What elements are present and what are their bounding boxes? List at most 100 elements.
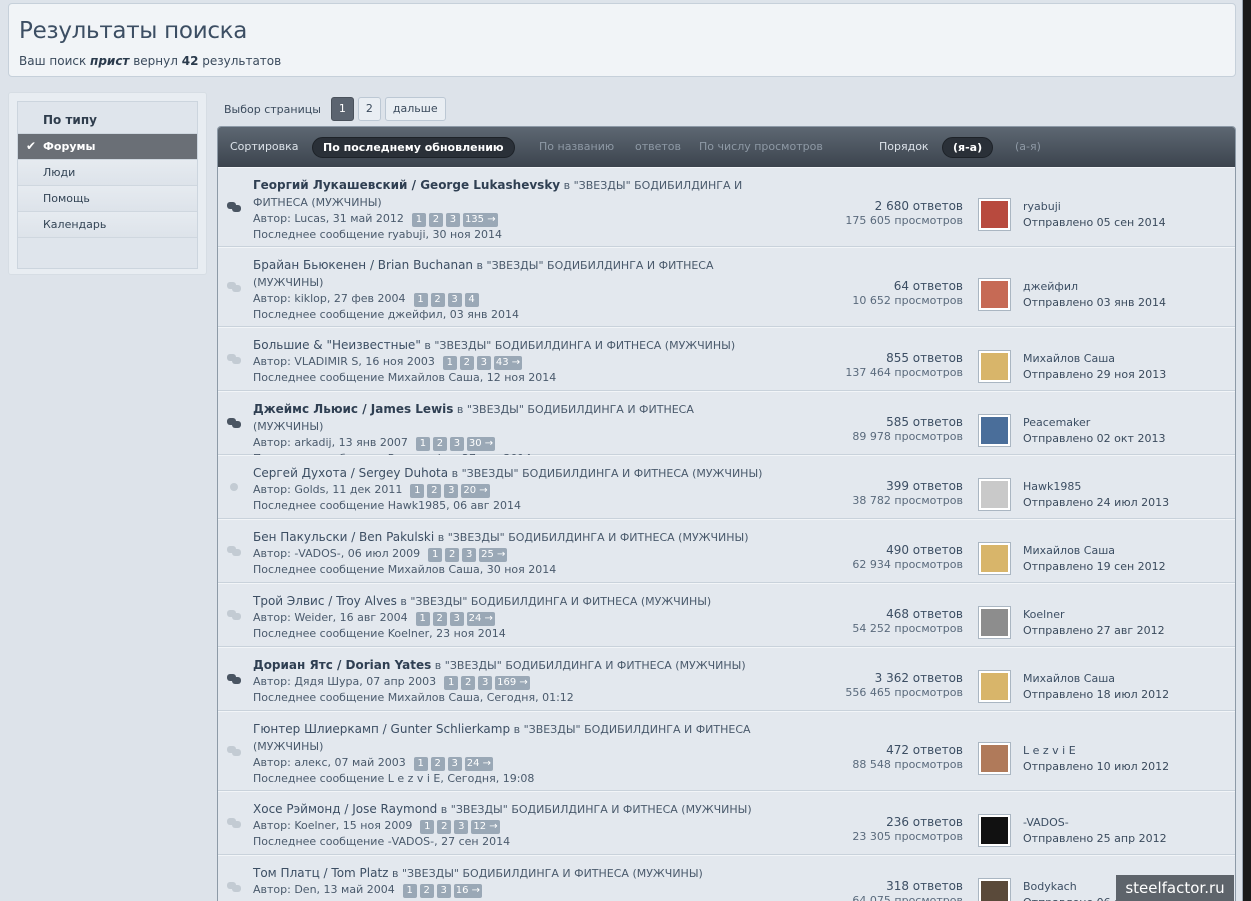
last-poster-name[interactable]: Koelner [1023, 607, 1165, 623]
avatar[interactable] [978, 878, 1011, 901]
page-link[interactable]: 1 [415, 612, 430, 626]
page-link[interactable]: 43 → [493, 356, 523, 370]
next-page-button[interactable]: дальше [384, 97, 446, 121]
topic-title-link[interactable]: Хосе Рэймонд / Jose Raymond [253, 802, 437, 816]
page-link[interactable]: 3 [436, 884, 451, 898]
page-link[interactable]: 1 [420, 820, 435, 834]
page-link[interactable]: 16 → [453, 884, 483, 898]
page-link[interactable]: 1 [428, 548, 443, 562]
page-link[interactable]: 1 [410, 484, 425, 498]
filter-item-calendar[interactable]: Календарь [18, 212, 197, 238]
page-link[interactable]: 2 [459, 356, 474, 370]
last-poster-name[interactable]: Михайлов Саша [1023, 351, 1166, 367]
order-desc[interactable]: (я-а) [942, 137, 994, 158]
avatar[interactable] [978, 606, 1011, 639]
topic-title-link[interactable]: Трой Элвис / Troy Alves [253, 594, 397, 608]
page-link[interactable]: 3 [449, 437, 464, 451]
page-link[interactable]: 1 [411, 213, 426, 227]
page-link[interactable]: 1 [413, 757, 428, 771]
sort-by-name[interactable]: По названию [539, 127, 614, 167]
filter-item-forums[interactable]: ✔ Форумы [18, 134, 197, 160]
forum-link[interactable]: "ЗВЕЗДЫ" БОДИБИЛДИНГА И ФИТНЕСА (МУЖЧИНЫ… [451, 803, 752, 816]
order-asc[interactable]: (а-я) [1015, 127, 1041, 167]
page-link[interactable]: 25 → [479, 548, 508, 562]
last-post-info: Последнее сообщение Михайлов Саша, Сегод… [253, 691, 574, 704]
page-link[interactable]: 3 [462, 548, 477, 562]
page-link[interactable]: 2 [432, 437, 447, 451]
topic-title-link[interactable]: Большие & "Неизвестные" [253, 338, 421, 352]
last-poster-name[interactable]: ryabuji [1023, 199, 1166, 215]
page-link[interactable]: 2 [430, 757, 445, 771]
page-link[interactable]: 30 → [466, 437, 496, 451]
last-poster-name[interactable]: Михайлов Саша [1023, 543, 1166, 559]
topic-title-link[interactable]: Джеймс Льюис / James Lewis [253, 402, 453, 416]
page-link[interactable]: 2 [437, 820, 452, 834]
avatar[interactable] [978, 670, 1011, 703]
avatar[interactable] [978, 814, 1011, 847]
topic-title-link[interactable]: Сергей Духота / Sergey Duhota [253, 466, 448, 480]
page-link[interactable]: 3 [449, 612, 464, 626]
page-link[interactable]: 135 → [462, 213, 498, 227]
page-link[interactable]: 3 [478, 676, 493, 690]
sort-by-last-update[interactable]: По последнему обновлению [312, 137, 515, 158]
last-poster-name[interactable]: -VADOS- [1023, 815, 1167, 831]
topic-title-link[interactable]: Брайан Бьюкенен / Brian Buchanan [253, 258, 473, 272]
page-link[interactable]: 3 [447, 757, 462, 771]
page-link[interactable]: 3 [445, 213, 460, 227]
page-link[interactable]: 1 [413, 293, 428, 307]
page-link[interactable]: 3 [476, 356, 491, 370]
avatar[interactable] [978, 278, 1011, 311]
last-poster-name[interactable]: Hawk1985 [1023, 479, 1169, 495]
topic-title-link[interactable]: Георгий Лукашевский / George Lukashevsky [253, 178, 560, 192]
last-poster-name[interactable]: L e z v i E [1023, 743, 1169, 759]
sort-by-views[interactable]: По числу просмотров [699, 127, 823, 167]
page-link[interactable]: 169 → [495, 676, 530, 690]
page-link[interactable]: 2 [445, 548, 460, 562]
avatar[interactable] [978, 414, 1011, 447]
topic-title-link[interactable]: Бен Пакульски / Ben Pakulski [253, 530, 434, 544]
avatar[interactable] [978, 478, 1011, 511]
forum-link[interactable]: "ЗВЕЗДЫ" БОДИБИЛДИНГА И ФИТНЕСА (МУЖЧИНЫ… [410, 595, 711, 608]
page-link[interactable]: 20 → [461, 484, 490, 498]
filter-item-people[interactable]: Люди [18, 160, 197, 186]
result-row: Трой Элвис / Troy Alves в "ЗВЕЗДЫ" БОДИБ… [218, 583, 1235, 647]
page-1-button[interactable]: 1 [330, 97, 354, 121]
forum-link[interactable]: "ЗВЕЗДЫ" БОДИБИЛДИНГА И ФИТНЕСА (МУЖЧИНЫ… [448, 531, 749, 544]
sort-by-replies[interactable]: ответов [635, 127, 681, 167]
page-link[interactable]: 2 [432, 612, 447, 626]
forum-link[interactable]: "ЗВЕЗДЫ" БОДИБИЛДИНГА И ФИТНЕСА (МУЖЧИНЫ… [434, 339, 735, 352]
page-link[interactable]: 2 [430, 293, 445, 307]
filter-item-help[interactable]: Помощь [18, 186, 197, 212]
forum-link[interactable]: "ЗВЕЗДЫ" БОДИБИЛДИНГА И ФИТНЕСА (МУЖЧИНЫ… [402, 867, 703, 880]
page-link[interactable]: 2 [428, 213, 443, 227]
page-link[interactable]: 2 [427, 484, 442, 498]
page-link[interactable]: 1 [444, 676, 459, 690]
page-link[interactable]: 2 [461, 676, 476, 690]
page-link[interactable]: 24 → [466, 612, 495, 626]
last-poster-name[interactable]: Михайлов Саша [1023, 671, 1169, 687]
avatar[interactable] [978, 542, 1011, 575]
last-poster-name[interactable]: Peacemaker [1023, 415, 1165, 431]
page-link[interactable]: 3 [447, 293, 462, 307]
avatar[interactable] [978, 350, 1011, 383]
page-link[interactable]: 1 [415, 437, 430, 451]
page-2-button[interactable]: 2 [357, 97, 381, 121]
last-poster-name[interactable]: джейфил [1023, 279, 1166, 295]
reply-count: 399 ответов [886, 479, 963, 493]
topic-pages: 1 2 3 12 → [420, 818, 502, 834]
topic-title-link[interactable]: Дориан Ятс / Dorian Yates [253, 658, 431, 672]
page-link[interactable]: 3 [454, 820, 469, 834]
forum-link[interactable]: "ЗВЕЗДЫ" БОДИБИЛДИНГА И ФИТНЕСА (МУЖЧИНЫ… [445, 659, 746, 672]
topic-title-link[interactable]: Том Платц / Tom Platz [253, 866, 388, 880]
topic-title-link[interactable]: Гюнтер Шлиеркамп / Gunter Schlierkamp [253, 722, 510, 736]
page-link[interactable]: 1 [402, 884, 417, 898]
page-link[interactable]: 1 [442, 356, 457, 370]
page-link[interactable]: 2 [419, 884, 434, 898]
forum-link[interactable]: "ЗВЕЗДЫ" БОДИБИЛДИНГА И ФИТНЕСА (МУЖЧИНЫ… [462, 467, 763, 480]
page-link[interactable]: 24 → [464, 757, 494, 771]
page-link[interactable]: 3 [444, 484, 459, 498]
avatar[interactable] [978, 742, 1011, 775]
avatar[interactable] [978, 198, 1011, 231]
page-link[interactable]: 12 → [471, 820, 500, 834]
page-link[interactable]: 4 [464, 293, 479, 307]
